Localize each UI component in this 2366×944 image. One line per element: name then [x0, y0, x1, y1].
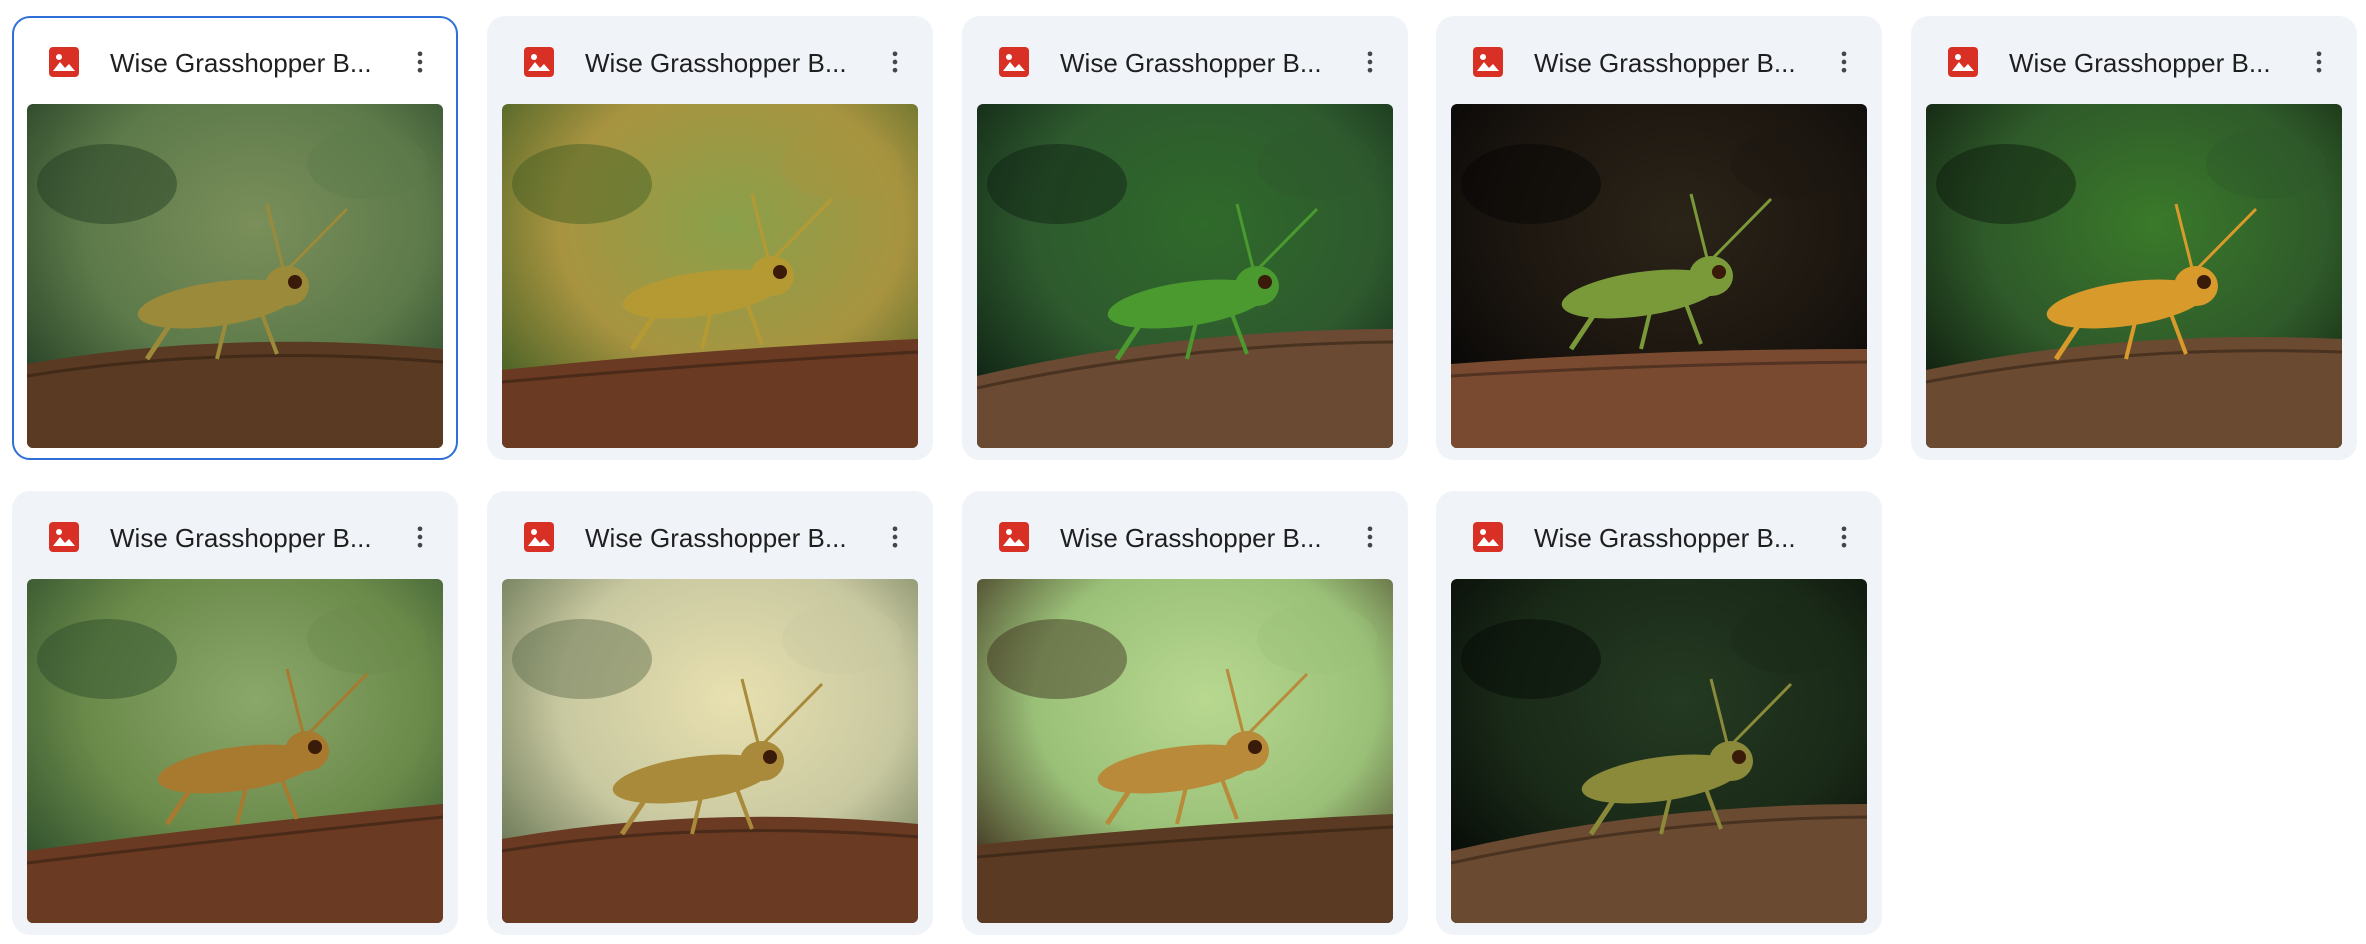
more-options-button[interactable] [398, 40, 442, 84]
image-thumbnail[interactable] [1451, 579, 1867, 923]
more-options-button[interactable] [1348, 515, 1392, 559]
more-vert-icon [1841, 526, 1847, 548]
more-vert-icon [2316, 51, 2322, 73]
file-card-header: Wise Grasshopper B... [964, 493, 1406, 579]
file-grid: Wise Grasshopper B... Wise Grasshopper B… [0, 0, 2366, 944]
image-thumbnail[interactable] [977, 104, 1393, 448]
image-thumbnail[interactable] [977, 579, 1393, 923]
file-card[interactable]: Wise Grasshopper B... [1436, 491, 1882, 935]
more-options-button[interactable] [2297, 40, 2341, 84]
image-file-icon [1472, 46, 1504, 78]
file-title: Wise Grasshopper B... [585, 48, 847, 78]
more-vert-icon [892, 526, 898, 548]
image-file-icon [48, 46, 80, 78]
file-card-header: Wise Grasshopper B... [964, 18, 1406, 104]
file-title: Wise Grasshopper B... [1534, 48, 1796, 78]
file-card[interactable]: Wise Grasshopper B... [12, 491, 458, 935]
file-card[interactable]: Wise Grasshopper B... [1911, 16, 2357, 460]
more-vert-icon [417, 51, 423, 73]
file-card-header: Wise Grasshopper B... [14, 18, 456, 104]
more-options-button[interactable] [1348, 40, 1392, 84]
image-file-icon [1472, 521, 1504, 553]
more-options-button[interactable] [1822, 40, 1866, 84]
more-options-button[interactable] [398, 515, 442, 559]
file-title: Wise Grasshopper B... [110, 48, 372, 78]
more-options-button[interactable] [873, 515, 917, 559]
image-file-icon [1947, 46, 1979, 78]
image-thumbnail[interactable] [27, 104, 443, 448]
image-file-icon [523, 46, 555, 78]
file-card[interactable]: Wise Grasshopper B... [12, 16, 458, 460]
file-title: Wise Grasshopper B... [2009, 48, 2271, 78]
image-file-icon [998, 521, 1030, 553]
file-title: Wise Grasshopper B... [585, 523, 847, 553]
image-file-icon [48, 521, 80, 553]
file-title: Wise Grasshopper B... [1060, 48, 1322, 78]
image-thumbnail[interactable] [1926, 104, 2342, 448]
file-card-header: Wise Grasshopper B... [1913, 18, 2355, 104]
image-thumbnail[interactable] [502, 579, 918, 923]
file-card[interactable]: Wise Grasshopper B... [1436, 16, 1882, 460]
image-thumbnail[interactable] [1451, 104, 1867, 448]
file-card-header: Wise Grasshopper B... [14, 493, 456, 579]
file-card[interactable]: Wise Grasshopper B... [487, 491, 933, 935]
more-vert-icon [1367, 51, 1373, 73]
image-file-icon [998, 46, 1030, 78]
file-card[interactable]: Wise Grasshopper B... [962, 491, 1408, 935]
more-vert-icon [892, 51, 898, 73]
file-card-header: Wise Grasshopper B... [1438, 493, 1880, 579]
more-vert-icon [1841, 51, 1847, 73]
file-card-header: Wise Grasshopper B... [1438, 18, 1880, 104]
image-thumbnail[interactable] [502, 104, 918, 448]
file-card-header: Wise Grasshopper B... [489, 18, 931, 104]
more-options-button[interactable] [1822, 515, 1866, 559]
file-title: Wise Grasshopper B... [1060, 523, 1322, 553]
file-title: Wise Grasshopper B... [1534, 523, 1796, 553]
file-card-header: Wise Grasshopper B... [489, 493, 931, 579]
more-vert-icon [417, 526, 423, 548]
file-card[interactable]: Wise Grasshopper B... [962, 16, 1408, 460]
more-options-button[interactable] [873, 40, 917, 84]
more-vert-icon [1367, 526, 1373, 548]
file-title: Wise Grasshopper B... [110, 523, 372, 553]
file-card[interactable]: Wise Grasshopper B... [487, 16, 933, 460]
image-file-icon [523, 521, 555, 553]
image-thumbnail[interactable] [27, 579, 443, 923]
